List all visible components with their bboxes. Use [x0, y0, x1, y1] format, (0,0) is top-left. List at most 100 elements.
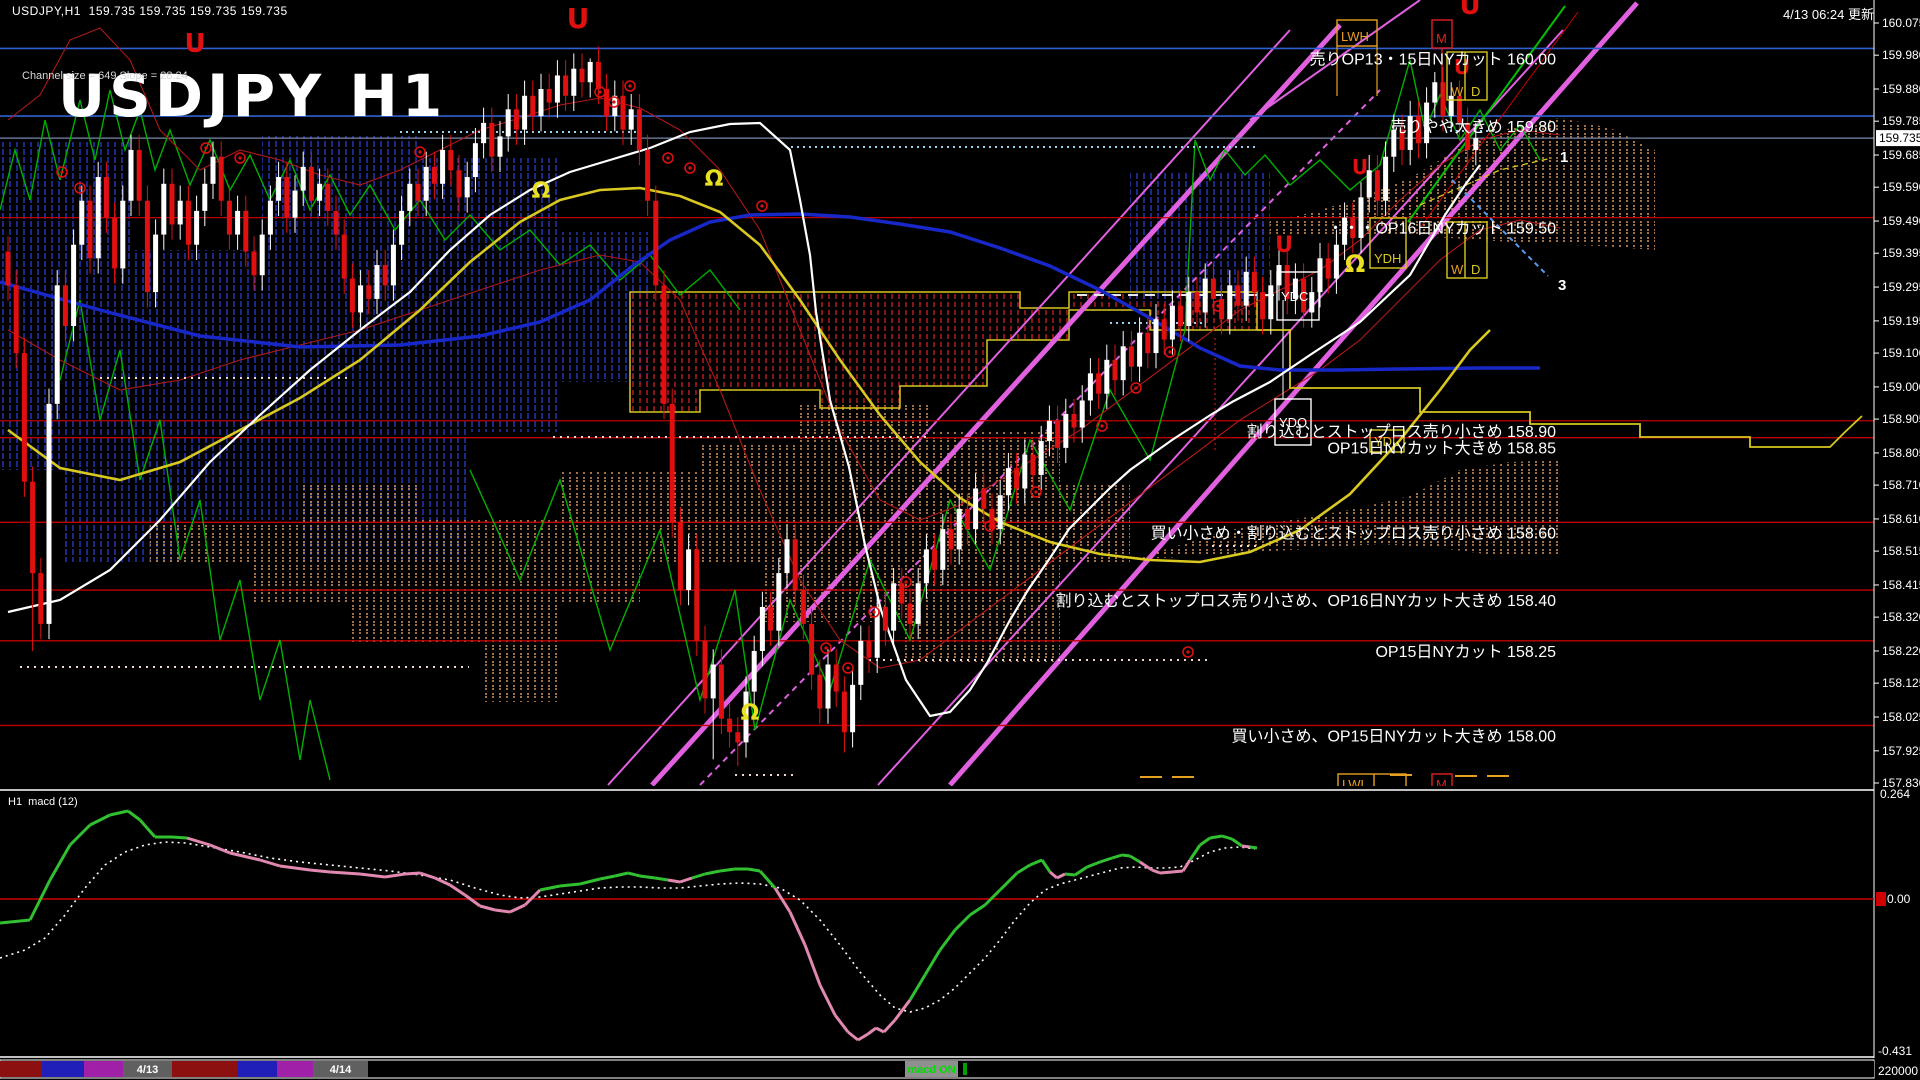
op-annotation: 買い小さめ、OP15日NYカット大きめ 158.00	[1231, 727, 1556, 745]
macd-main-line	[720, 869, 735, 871]
pivot-box-label: M	[1436, 31, 1447, 46]
timeline-segment[interactable]	[84, 1061, 123, 1077]
bear-candle	[965, 509, 970, 529]
bear-candle	[448, 150, 453, 170]
timeline-segment[interactable]	[42, 1061, 84, 1077]
bull-candle	[375, 265, 380, 299]
bull-candle	[957, 509, 962, 550]
bear-candle	[186, 201, 191, 245]
bull-candle	[1063, 414, 1068, 448]
bear-candle	[1211, 279, 1216, 299]
bear-candle	[1260, 292, 1265, 319]
bear-candle	[637, 109, 642, 150]
bear-candle	[580, 69, 585, 83]
bear-candle	[1326, 258, 1331, 278]
bull-candle	[178, 201, 183, 225]
price-tick-label: 158.710	[1882, 478, 1920, 492]
bull-candle	[1137, 333, 1142, 367]
bear-candle	[645, 150, 650, 201]
bear-candle	[145, 201, 150, 292]
price-tick-label: 157.925	[1882, 744, 1920, 758]
bear-candle	[883, 607, 888, 631]
price-tick-label: 160.075	[1882, 16, 1920, 30]
bear-candle	[309, 167, 314, 201]
bull-candle	[1473, 138, 1478, 150]
bull-candle	[55, 285, 60, 403]
timeline-segment[interactable]	[277, 1061, 313, 1077]
bear-candle	[432, 167, 437, 184]
bear-candle	[1236, 285, 1241, 305]
macd-main-line	[748, 869, 760, 871]
bull-candle	[161, 184, 166, 235]
bull-candle	[1006, 468, 1011, 495]
timeline-segment[interactable]	[238, 1061, 277, 1077]
bear-candle	[383, 265, 388, 285]
bear-candle	[1178, 306, 1183, 326]
bear-candle	[1031, 455, 1036, 475]
timeline-segment[interactable]	[0, 1061, 42, 1077]
current-price-value: 159.735	[1879, 131, 1920, 145]
macd-main-line	[310, 870, 330, 872]
trading-chart-window: UUUUUUΩΩΩΩLWHMWDYDHWDYDCYDOYDLLWLM13売りOP…	[0, 0, 1920, 1080]
price-tick-label: 159.685	[1882, 148, 1920, 162]
bull-candle	[1244, 272, 1249, 306]
omega-marker-icon: Ω	[1345, 250, 1365, 278]
timeline-segment[interactable]	[172, 1061, 238, 1077]
bear-candle	[867, 641, 872, 658]
bull-candle	[555, 75, 560, 102]
bull-candle	[120, 201, 125, 269]
bear-candle	[834, 665, 839, 692]
signal-circle-dot	[418, 150, 421, 153]
macd-max-label: 0.264	[1880, 787, 1910, 801]
signal-circle-dot	[1034, 490, 1037, 493]
bull-candle	[1088, 373, 1093, 400]
bear-candle	[1113, 360, 1118, 380]
macd-main-line	[405, 873, 420, 874]
bull-candle	[850, 685, 855, 732]
op-annotation: ・・・OP16日NYカット 159.50	[1327, 221, 1556, 238]
pivot-box-label: YDC	[1281, 289, 1308, 304]
bear-candle	[981, 488, 986, 508]
bear-candle	[350, 279, 355, 313]
signal-circle-dot	[1134, 386, 1137, 389]
bear-candle	[817, 675, 822, 709]
op-annotation: 割り込むとストップロス売り小さめ、OP16日NYカット大きめ 158.40	[1055, 592, 1556, 610]
price-tick-label: 159.000	[1882, 380, 1920, 394]
volume-scale-label: 220000	[1878, 1064, 1918, 1078]
bull-candle	[973, 488, 978, 529]
chart-canvas[interactable]: UUUUUUΩΩΩΩLWHMWDYDHWDYDCYDOYDLLWLM13売りOP…	[0, 0, 1920, 1080]
price-tick-label: 158.320	[1882, 610, 1920, 624]
price-tick-label: 158.220	[1882, 644, 1920, 658]
bear-candle	[1252, 272, 1257, 292]
bull-candle	[96, 177, 101, 258]
bull-candle	[1170, 306, 1175, 340]
macd-main-line	[1065, 874, 1075, 875]
bear-candle	[563, 75, 568, 95]
signal-circle-dot	[60, 170, 63, 173]
timeline-segment[interactable]	[958, 1061, 1874, 1077]
macd-main-line	[1210, 836, 1222, 838]
bear-candle	[949, 529, 954, 549]
bear-candle	[1072, 414, 1077, 428]
price-tick-label: 159.980	[1882, 48, 1920, 62]
signal-circle-dot	[612, 100, 615, 103]
bull-candle	[301, 167, 306, 191]
bear-candle	[801, 590, 806, 624]
price-tick-label: 159.490	[1882, 214, 1920, 228]
bear-candle	[457, 170, 462, 197]
omega-marker-icon: Ω	[532, 179, 551, 204]
price-tick-label: 158.025	[1882, 710, 1920, 724]
bull-candle	[1039, 441, 1044, 475]
bull-candle	[539, 89, 544, 116]
signal-circle-dot	[688, 166, 691, 169]
bull-candle	[1022, 455, 1027, 489]
bear-candle	[547, 89, 552, 103]
signal-circle-dot	[238, 156, 241, 159]
bull-candle	[293, 191, 298, 218]
bull-candle	[785, 539, 790, 573]
bear-candle	[88, 201, 93, 259]
timeline-segment[interactable]	[368, 1061, 905, 1077]
bear-candle	[1145, 333, 1150, 353]
bull-candle	[235, 211, 240, 235]
bear-candle	[1055, 421, 1060, 448]
